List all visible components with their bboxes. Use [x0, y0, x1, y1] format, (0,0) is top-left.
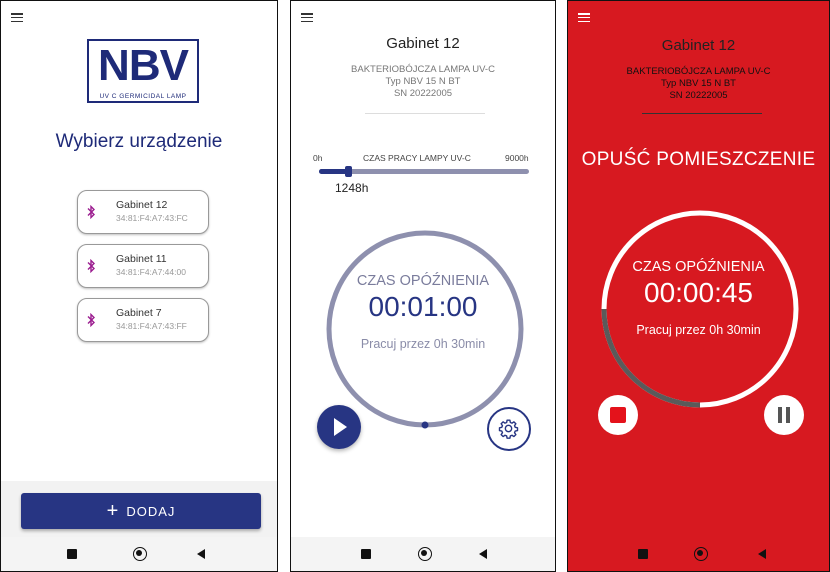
device-mac: 34:81:F4:A7:43:FF	[116, 321, 187, 331]
nav-back-icon[interactable]	[758, 549, 766, 559]
delay-ring	[326, 230, 524, 429]
delay-label: CZAS OPÓŹNIENIA	[632, 259, 765, 275]
gear-icon	[498, 419, 519, 439]
lamp-type: BAKTERIOBÓJCZA LAMPA UV-C	[351, 64, 495, 75]
device-control-screen: Gabinet 12 BAKTERIOBÓJCZA LAMPA UV-C Typ…	[290, 0, 556, 572]
device-name: Gabinet 7	[116, 307, 162, 319]
lamp-model: Typ NBV 15 N BT	[385, 76, 461, 87]
pause-icon	[778, 407, 782, 423]
warning-message: OPUŚĆ POMIESZCZENIE	[581, 149, 816, 170]
slider-value: 1248h	[335, 181, 369, 195]
bluetooth-icon	[87, 313, 95, 327]
pause-button[interactable]	[764, 395, 804, 435]
slider-thumb[interactable]	[345, 166, 352, 177]
add-button-label: DODAJ	[126, 503, 176, 519]
lamp-hours-slider[interactable]	[319, 166, 529, 177]
device-mac: 34:81:F4:A7:43:FC	[116, 213, 188, 223]
menu-icon[interactable]	[578, 13, 590, 23]
work-duration: Pracuj przez 0h 30min	[360, 337, 486, 351]
lamp-type: BAKTERIOBÓJCZA LAMPA UV-C	[626, 66, 771, 77]
device-name: Gabinet 12	[116, 199, 168, 211]
nav-recents-icon[interactable]	[361, 549, 371, 559]
device-item-gabinet-12[interactable]: Gabinet 12 34:81:F4:A7:43:FC	[77, 190, 209, 234]
device-name: Gabinet 11	[116, 253, 167, 265]
page-title: Wybierz urządzenie	[55, 131, 223, 152]
plus-icon: +	[106, 500, 119, 522]
device-mac: 34:81:F4:A7:44:00	[116, 267, 186, 277]
lamp-model: Typ NBV 15 N BT	[661, 78, 736, 89]
nav-back-icon[interactable]	[479, 549, 487, 559]
bluetooth-icon	[87, 205, 95, 219]
device-item-gabinet-11[interactable]: Gabinet 11 34:81:F4:A7:44:00	[77, 244, 209, 288]
divider	[365, 113, 485, 114]
slider-min-label: 0h	[313, 153, 323, 163]
system-nav-bar	[1, 537, 277, 571]
room-title: Gabinet 12	[386, 35, 460, 52]
menu-icon[interactable]	[301, 13, 313, 23]
device-item-gabinet-7[interactable]: Gabinet 7 34:81:F4:A7:43:FF	[77, 298, 209, 342]
bottom-action-bar: + DODAJ	[1, 481, 277, 537]
play-button[interactable]	[317, 405, 361, 449]
pause-icon-bar	[786, 407, 790, 423]
settings-button[interactable]	[487, 407, 531, 451]
slider-fill	[319, 169, 348, 174]
slider-title: CZAS PRACY LAMPY UV-C	[363, 153, 471, 163]
nav-recents-icon[interactable]	[638, 549, 648, 559]
countdown-ring	[601, 210, 799, 408]
work-duration: Pracuj przez 0h 30min	[636, 323, 761, 337]
add-device-button[interactable]: + DODAJ	[21, 493, 261, 529]
lamp-info: BAKTERIOBÓJCZA LAMPA UV-C Typ NBV 15 N B…	[568, 66, 829, 102]
device-list-screen: NBV UV C GERMICIDAL LAMP Wybierz urządze…	[0, 0, 278, 572]
stop-button[interactable]	[598, 395, 638, 435]
nbv-logo: NBV UV C GERMICIDAL LAMP	[87, 39, 199, 103]
nav-back-icon[interactable]	[197, 549, 205, 559]
nav-home-icon[interactable]	[418, 547, 432, 561]
slider-max-label: 9000h	[505, 153, 529, 163]
delay-time: 00:00:45	[644, 277, 753, 308]
lamp-serial: SN 20222005	[669, 90, 728, 101]
lamp-info: BAKTERIOBÓJCZA LAMPA UV-C Typ NBV 15 N B…	[291, 64, 555, 100]
system-nav-bar	[291, 537, 555, 571]
system-nav-bar	[568, 537, 829, 571]
countdown-screen: Gabinet 12 BAKTERIOBÓJCZA LAMPA UV-C Typ…	[567, 0, 830, 572]
nav-home-icon[interactable]	[694, 547, 708, 561]
divider	[642, 113, 762, 114]
logo-subtitle: UV C GERMICIDAL LAMP	[99, 93, 187, 100]
nav-home-icon[interactable]	[133, 547, 147, 561]
menu-icon[interactable]	[11, 13, 23, 23]
room-title: Gabinet 12	[661, 37, 736, 54]
nav-recents-icon[interactable]	[67, 549, 77, 559]
lamp-serial: SN 20222005	[393, 88, 453, 99]
delay-label: CZAS OPÓŹNIENIA	[356, 273, 490, 289]
bluetooth-icon	[87, 259, 95, 273]
logo-text: NBV	[98, 41, 189, 90]
delay-time: 00:01:00	[368, 291, 478, 322]
